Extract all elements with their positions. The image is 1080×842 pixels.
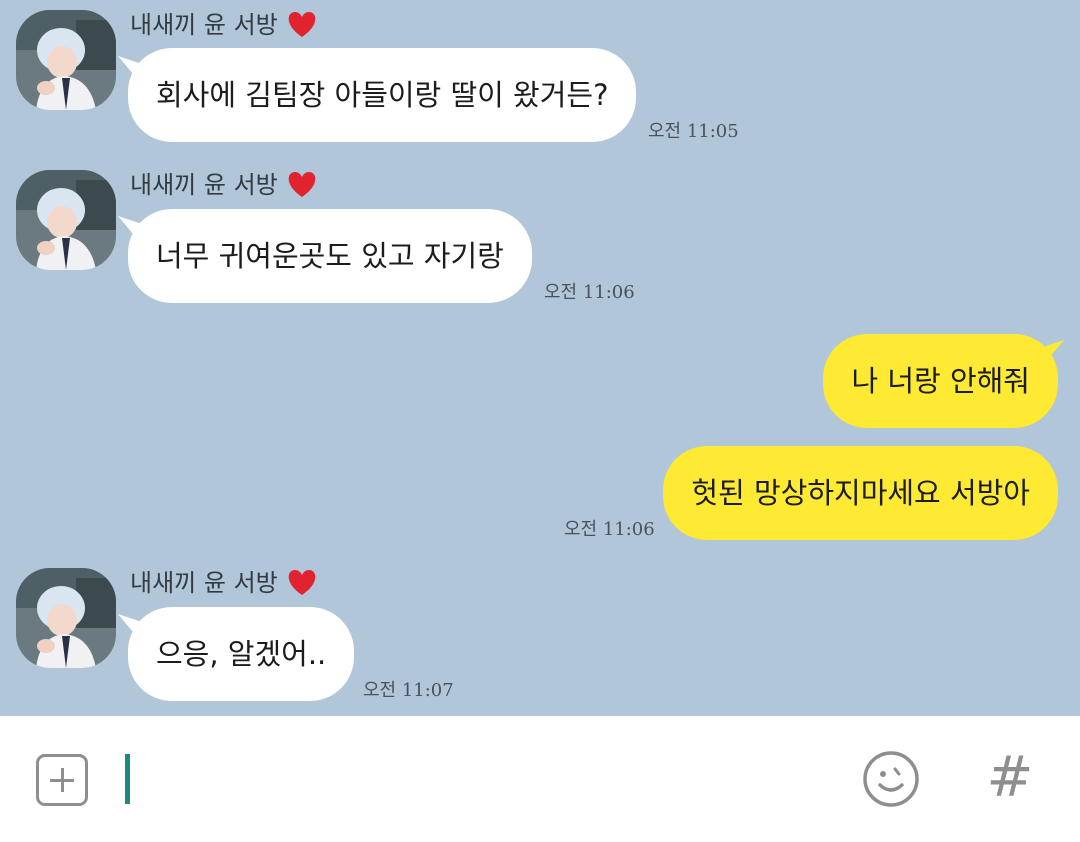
bubble-tail [1040, 340, 1064, 364]
sender-name-text: 내새끼 윤 서방 [130, 171, 278, 199]
avatar[interactable] [16, 568, 116, 668]
avatar[interactable] [16, 170, 116, 270]
sender-name: 내새끼 윤 서방 [130, 568, 318, 598]
incoming-message-1: 내새끼 윤 서방 회사에 김팀장 아들이랑 딸이 왔거든? 오전 11:05 [0, 10, 1080, 150]
message-time: 오전 11:06 [544, 282, 635, 303]
heart-icon [288, 172, 316, 197]
text-cursor [125, 754, 130, 804]
chat-area[interactable]: 내새끼 윤 서방 회사에 김팀장 아들이랑 딸이 왔거든? 오전 11:05 내… [0, 0, 1080, 716]
heart-icon [288, 570, 316, 595]
incoming-message-3: 내새끼 윤 서방 으응, 알겠어.. 오전 11:07 [0, 568, 1080, 708]
incoming-message-2: 내새끼 윤 서방 너무 귀여운곳도 있고 자기랑 오전 11:06 [0, 170, 1080, 310]
message-bubble[interactable]: 너무 귀여운곳도 있고 자기랑 [128, 209, 532, 303]
input-bar: # [0, 716, 1080, 842]
sender-name: 내새끼 윤 서방 [130, 10, 318, 40]
message-bubble[interactable]: 으응, 알겠어.. [128, 607, 355, 701]
heart-icon [288, 12, 316, 37]
message-time: 오전 11:05 [648, 121, 739, 142]
outgoing-message-2: 오전 11:06 헛된 망상하지마세요 서방아 [0, 446, 1080, 540]
plus-square-icon[interactable] [36, 754, 88, 806]
hashtag-button[interactable]: # [980, 746, 1040, 810]
avatar[interactable] [16, 10, 116, 110]
smiley-icon[interactable] [862, 750, 920, 808]
message-bubble[interactable]: 회사에 김팀장 아들이랑 딸이 왔거든? [128, 48, 637, 142]
sender-name-text: 내새끼 윤 서방 [130, 569, 278, 597]
message-input[interactable] [140, 746, 824, 812]
outgoing-message-1: 나 너랑 안해줘 [0, 334, 1080, 428]
message-time: 오전 11:06 [564, 519, 655, 540]
message-time: 오전 11:07 [363, 680, 454, 701]
sender-name-text: 내새끼 윤 서방 [130, 11, 278, 39]
message-bubble[interactable]: 나 너랑 안해줘 [823, 334, 1058, 428]
sender-name: 내새끼 윤 서방 [130, 170, 318, 200]
message-bubble[interactable]: 헛된 망상하지마세요 서방아 [663, 446, 1058, 540]
